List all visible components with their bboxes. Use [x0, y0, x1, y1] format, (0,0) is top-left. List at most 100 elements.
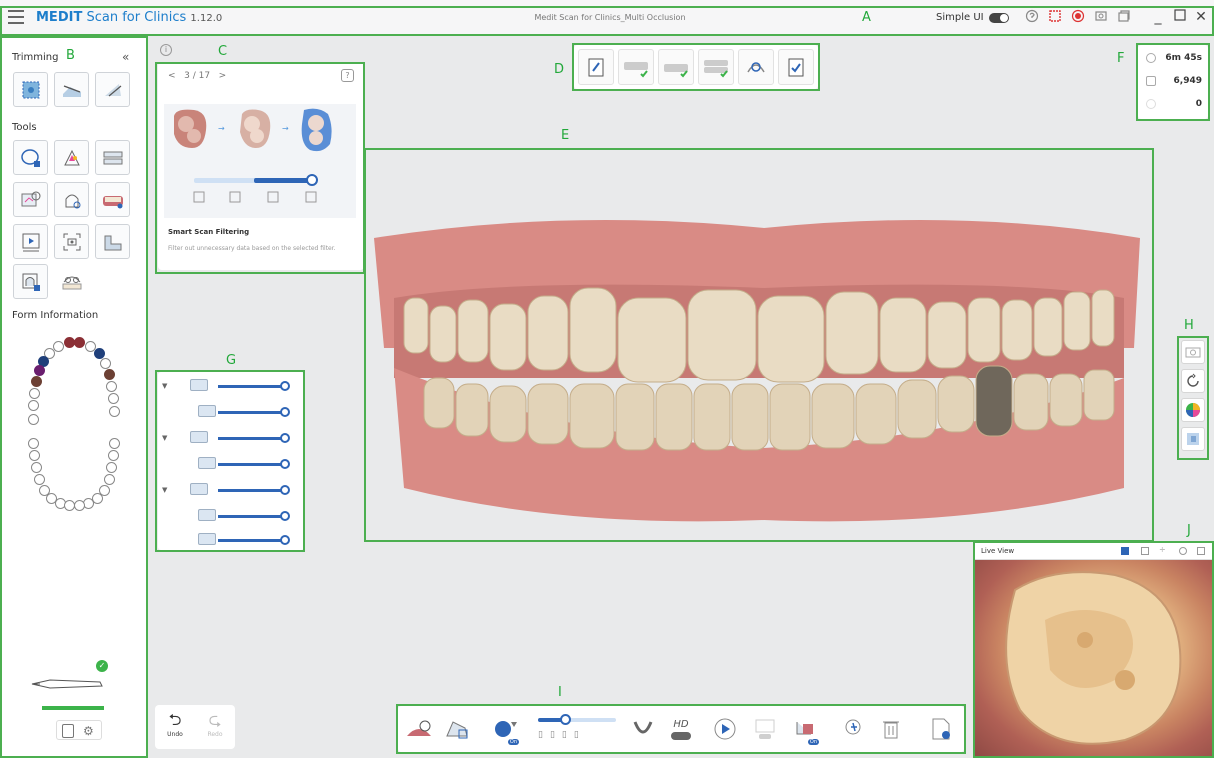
expand-icon[interactable]: ▼ — [162, 486, 167, 494]
info-icon[interactable]: i — [160, 44, 172, 56]
compare-scans-button[interactable] — [13, 182, 48, 217]
complete-button[interactable] — [778, 49, 814, 85]
opacity-slider-track[interactable] — [218, 437, 284, 440]
tip-next-button[interactable]: > — [219, 71, 227, 81]
filter-level-handle[interactable] — [560, 714, 571, 725]
tooth-marker[interactable] — [34, 474, 45, 485]
opacity-slider-track[interactable] — [218, 385, 284, 388]
order-form-button[interactable] — [578, 49, 614, 85]
tooth-marker[interactable] — [53, 341, 64, 352]
opacity-slider-handle[interactable] — [280, 485, 290, 495]
opacity-slider-track[interactable] — [218, 411, 284, 414]
scan-3d-viewport[interactable] — [364, 148, 1150, 540]
tooth-marker[interactable] — [28, 414, 39, 425]
screen-record-region-icon[interactable] — [1047, 9, 1063, 25]
live-view-zoom-icon[interactable] — [1179, 547, 1187, 555]
play-button[interactable] — [708, 711, 742, 747]
opacity-slider-track[interactable] — [218, 515, 284, 518]
trim-lasso-button[interactable] — [54, 72, 89, 107]
filter-level-slider[interactable]: ▯▯▯▯ — [534, 712, 620, 746]
lock-area-button[interactable] — [13, 140, 48, 175]
delete-button[interactable] — [874, 711, 908, 747]
gear-icon[interactable]: ⚙ — [83, 724, 94, 738]
tooth-chart[interactable] — [20, 332, 130, 517]
occlusion-stage-button[interactable] — [698, 49, 734, 85]
ai-scan-analysis-button[interactable] — [738, 49, 774, 85]
color-analysis-button[interactable] — [54, 140, 89, 175]
screenshot-icon[interactable] — [1093, 9, 1109, 25]
hd-mode-toggle[interactable]: HD — [664, 711, 698, 747]
live-view-mode-icon[interactable] — [1121, 547, 1129, 555]
tooth-marker[interactable] — [106, 381, 117, 392]
prep-check-button[interactable] — [13, 264, 48, 299]
opacity-slider-track[interactable] — [218, 463, 284, 466]
live-view-layout-icon[interactable] — [1141, 547, 1149, 555]
occlusion-check-button[interactable] — [95, 140, 130, 175]
opacity-slider-handle[interactable] — [280, 511, 290, 521]
scanner-mode-toggle[interactable]: On — [788, 711, 822, 747]
scanner-settings-icon[interactable] — [62, 724, 74, 738]
expand-icon[interactable]: ▼ — [162, 434, 167, 442]
live-view-expand-icon[interactable] — [1197, 547, 1205, 555]
upper-jaw-stage-button[interactable] — [618, 49, 654, 85]
tip-prev-button[interactable]: < — [168, 71, 176, 81]
video-playback-button[interactable] — [13, 224, 48, 259]
scan-filter-button[interactable] — [402, 711, 436, 747]
tooth-marker[interactable] — [28, 438, 39, 449]
opacity-slider-track[interactable] — [218, 489, 284, 492]
tooth-marker[interactable] — [29, 388, 40, 399]
smart-filter-toggle[interactable]: On — [488, 711, 522, 747]
trim-polyline-button[interactable] — [95, 72, 130, 107]
export-file-button[interactable] — [924, 711, 958, 747]
scan-depth-button[interactable] — [440, 711, 474, 747]
tooth-marker[interactable] — [109, 406, 120, 417]
texture-view-button[interactable] — [1181, 427, 1205, 451]
tooth-marker[interactable] — [28, 400, 39, 411]
redo-button[interactable]: ⮎ Redo — [197, 709, 233, 745]
window-layout-icon[interactable] — [1116, 9, 1132, 25]
camera-view-button[interactable] — [1181, 340, 1205, 364]
hamburger-menu-icon[interactable] — [8, 10, 24, 24]
capture-toggle[interactable] — [748, 711, 782, 747]
help-icon[interactable] — [1024, 9, 1040, 25]
tooth-marker[interactable] — [104, 369, 115, 380]
arch-model-button[interactable] — [54, 264, 89, 299]
arch-mode-button[interactable] — [626, 711, 660, 747]
opacity-slider-handle[interactable] — [280, 535, 290, 545]
lower-jaw-stage-button[interactable] — [658, 49, 694, 85]
opacity-slider-track[interactable] — [218, 539, 284, 542]
live-view-split-icon[interactable]: ÷ — [1159, 545, 1166, 554]
tooth-marker[interactable] — [34, 365, 45, 376]
margin-line-button[interactable] — [54, 182, 89, 217]
tooth-marker[interactable] — [74, 337, 85, 348]
ai-remove-button[interactable] — [838, 711, 872, 747]
tooth-marker[interactable] — [31, 376, 42, 387]
tooth-marker[interactable] — [108, 450, 119, 461]
maximize-icon[interactable] — [1171, 8, 1189, 26]
undo-button[interactable]: ⮌ Undo — [157, 709, 193, 745]
tooth-marker[interactable] — [109, 438, 120, 449]
collapse-panel-icon[interactable]: « — [122, 50, 129, 64]
close-icon[interactable]: ✕ — [1192, 8, 1210, 26]
opacity-slider-handle[interactable] — [280, 459, 290, 469]
tooth-marker[interactable] — [106, 462, 117, 473]
rotate-view-button[interactable] — [1181, 369, 1205, 393]
capture-image-button[interactable] — [54, 224, 89, 259]
tooth-marker[interactable] — [74, 500, 85, 511]
tooth-marker[interactable] — [100, 358, 111, 369]
opacity-slider-handle[interactable] — [280, 381, 290, 391]
opacity-slider-handle[interactable] — [280, 407, 290, 417]
tooth-marker[interactable] — [31, 462, 42, 473]
tooth-marker[interactable] — [104, 474, 115, 485]
trim-select-area-button[interactable] — [13, 72, 48, 107]
tip-help-button[interactable]: ? — [341, 69, 354, 82]
measure-section-button[interactable] — [95, 224, 130, 259]
tooth-marker[interactable] — [108, 393, 119, 404]
simple-ui-toggle[interactable] — [989, 13, 1009, 23]
color-mode-button[interactable] — [1181, 398, 1205, 422]
tooth-marker[interactable] — [29, 450, 40, 461]
expand-icon[interactable]: ▼ — [162, 382, 167, 390]
opacity-slider-handle[interactable] — [280, 433, 290, 443]
record-icon[interactable] — [1070, 9, 1086, 25]
minimize-icon[interactable]: _ — [1149, 8, 1167, 26]
